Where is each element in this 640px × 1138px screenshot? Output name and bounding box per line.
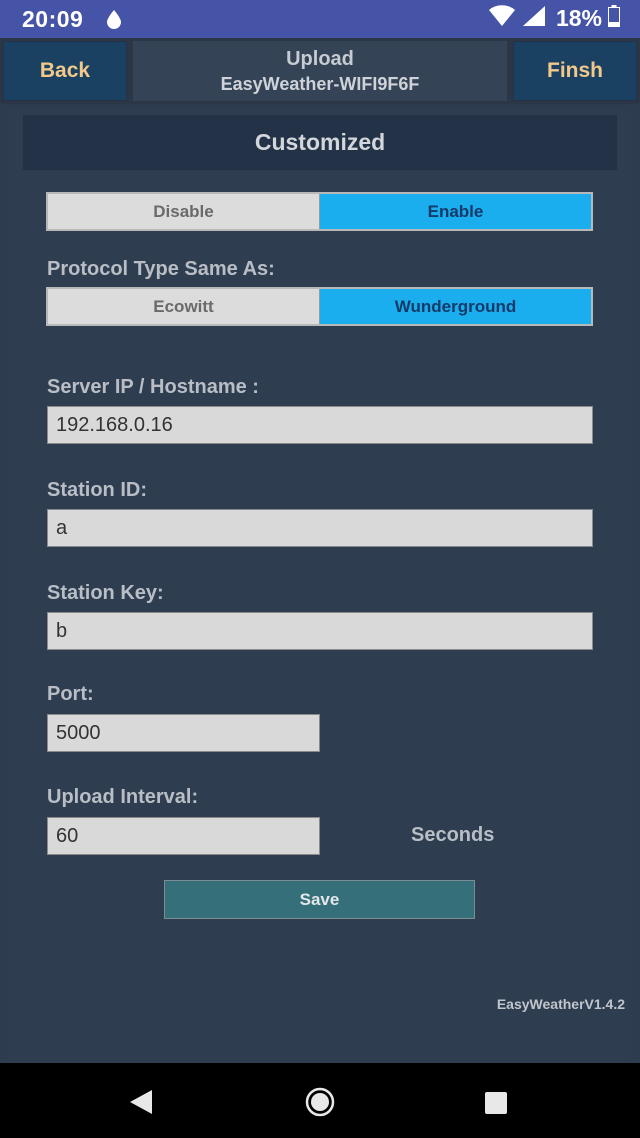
station-key-label: Station Key: [47, 582, 164, 604]
save-button[interactable]: Save [164, 880, 475, 919]
status-bar: 20:09 18% [0, 0, 640, 38]
water-drop-icon [106, 9, 122, 34]
status-time: 20:09 [22, 6, 84, 32]
nav-home-icon[interactable] [305, 1087, 335, 1122]
protocol-option-ecowitt[interactable]: Ecowitt [48, 289, 319, 324]
device-name: EasyWeather-WIFI9F6F [220, 73, 420, 94]
protocol-toggle: Ecowitt Wunderground [46, 287, 593, 326]
nav-recents-icon[interactable] [484, 1091, 508, 1120]
finish-button[interactable]: Finsh [513, 41, 637, 101]
app-version: EasyWeatherV1.4.2 [496, 996, 625, 1012]
station-key-input[interactable]: b [47, 612, 593, 650]
section-title: Customized [23, 115, 617, 170]
interval-unit: Seconds [411, 824, 495, 846]
header-title-box: Upload EasyWeather-WIFI9F6F [133, 41, 507, 101]
interval-input[interactable]: 60 [47, 817, 320, 855]
station-id-label: Station ID: [47, 479, 147, 501]
navigation-bar [0, 1063, 640, 1138]
server-input[interactable]: 192.168.0.16 [47, 406, 593, 444]
disable-option[interactable]: Disable [48, 194, 319, 229]
port-input[interactable]: 5000 [47, 714, 320, 752]
nav-back-icon[interactable] [128, 1089, 154, 1120]
wifi-icon [488, 5, 516, 32]
station-id-input[interactable]: a [47, 509, 593, 547]
enable-option[interactable]: Enable [319, 194, 591, 229]
port-label: Port: [47, 683, 94, 705]
server-label: Server IP / Hostname : [47, 376, 259, 398]
battery-percent: 18% [555, 5, 602, 31]
protocol-option-wunderground[interactable]: Wunderground [319, 289, 591, 324]
page-title: Upload [286, 47, 354, 70]
interval-label: Upload Interval: [47, 786, 199, 808]
battery-icon [608, 5, 620, 32]
signal-icon [522, 5, 546, 32]
app-header: Back Upload EasyWeather-WIFI9F6F Finsh [0, 38, 640, 104]
protocol-label: Protocol Type Same As: [47, 258, 275, 280]
enable-toggle: Disable Enable [46, 192, 593, 231]
back-button[interactable]: Back [3, 41, 127, 101]
